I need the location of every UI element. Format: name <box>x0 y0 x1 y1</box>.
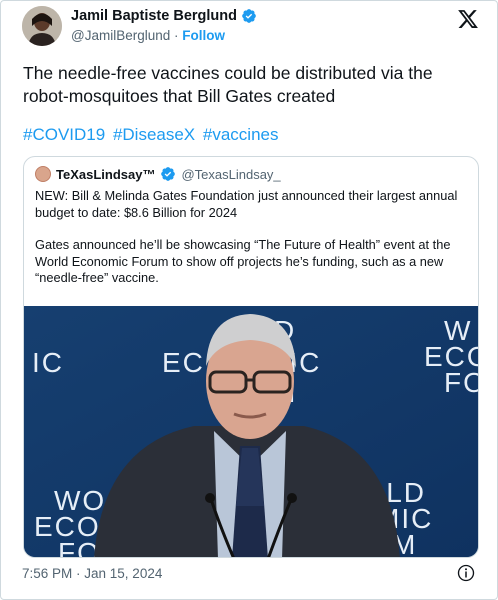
verified-badge-icon <box>242 9 256 23</box>
backdrop-text: IC <box>32 347 64 378</box>
author-name-row: Jamil Baptiste Berglund <box>71 8 257 24</box>
author-handle[interactable]: @JamilBerglund <box>71 28 170 43</box>
tweet-card: Jamil Baptiste Berglund @JamilBerglund ·… <box>0 0 498 600</box>
quoted-author-avatar[interactable] <box>35 166 51 182</box>
x-logo-icon[interactable] <box>457 8 479 30</box>
hashtag-list: #COVID19 #DiseaseX #vaccines <box>23 125 282 145</box>
hashtag-link[interactable]: #DiseaseX <box>113 125 195 144</box>
quoted-tweet[interactable]: TeXasLindsay™ @TexasLindsay_ NEW: Bill &… <box>23 156 479 558</box>
backdrop-text: EC <box>162 347 205 378</box>
verified-badge-icon <box>161 167 176 181</box>
quoted-author-handle[interactable]: @TexasLindsay_ <box>181 167 280 182</box>
backdrop-text: FO <box>444 367 479 398</box>
hashtag-link[interactable]: #vaccines <box>203 125 279 144</box>
author-handle-row: @JamilBerglund · Follow <box>71 28 225 43</box>
avatar-photo <box>22 6 62 46</box>
quoted-tweet-header: TeXasLindsay™ @TexasLindsay_ <box>35 166 281 182</box>
microphone-head <box>287 493 297 503</box>
follow-button[interactable]: Follow <box>182 28 225 43</box>
author-avatar[interactable] <box>22 6 62 46</box>
info-icon[interactable] <box>457 564 475 582</box>
quoted-author-name[interactable]: TeXasLindsay™ <box>56 167 155 182</box>
hashtag-link[interactable]: #COVID19 <box>23 125 105 144</box>
quoted-paragraph: NEW: Bill & Melinda Gates Foundation jus… <box>35 188 458 220</box>
microphone-head <box>205 493 215 503</box>
tweet-text: The needle-free vaccines could be distri… <box>23 63 433 106</box>
tweet-timestamp[interactable]: 7:56 PM · Jan 15, 2024 <box>22 566 162 581</box>
quoted-paragraph: Gates announced he’ll be showcasing “The… <box>35 237 451 285</box>
handle-separator: · <box>174 28 179 43</box>
author-display-name[interactable]: Jamil Baptiste Berglund <box>71 8 237 24</box>
quoted-tweet-text: NEW: Bill & Melinda Gates Foundation jus… <box>35 188 471 303</box>
video-still: IC D EC MIC M W ECO FO WO ECON FO RLD MI… <box>24 306 479 557</box>
quoted-media-image[interactable]: IC D EC MIC M W ECO FO WO ECON FO RLD MI… <box>24 306 479 557</box>
